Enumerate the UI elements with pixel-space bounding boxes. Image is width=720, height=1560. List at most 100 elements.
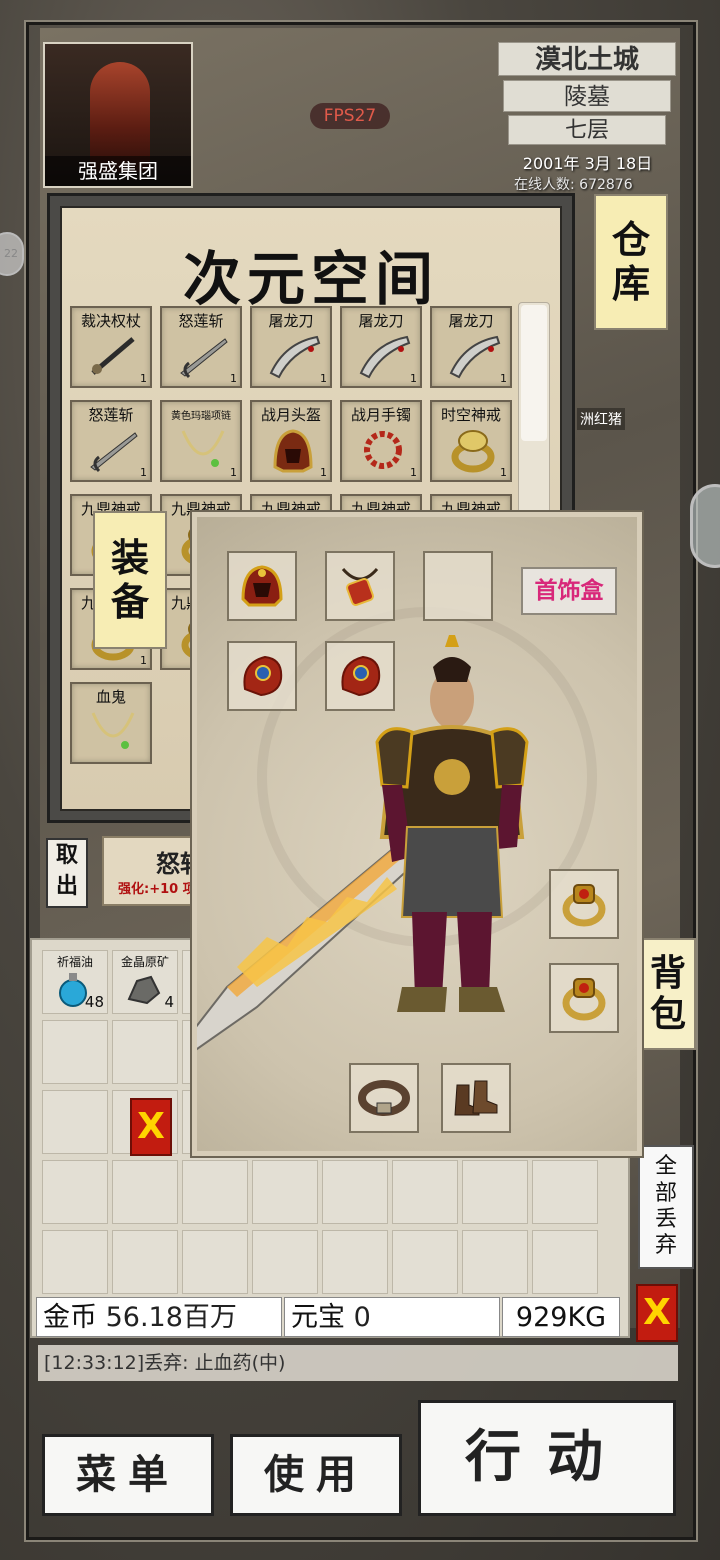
storage-slot[interactable]: 黄色玛瑙项链 1 [160,400,242,482]
bag-slot[interactable] [252,1230,318,1294]
storage-slot[interactable]: 怒莲斩 1 [160,306,242,388]
warehouse-char-1: 仓 [611,217,650,263]
bag-slot[interactable] [392,1230,458,1294]
floor-name: 七层 [508,115,666,145]
storage-slot[interactable]: 屠龙刀 1 [340,306,422,388]
drop-all-char-2: 部 [654,1180,677,1206]
storage-item-name: 血鬼 [95,688,126,706]
storage-item-count: 1 [140,466,147,479]
storage-item-count: 1 [410,466,417,479]
storage-item-name: 屠龙刀 [448,312,494,330]
right-ring-slot[interactable] [549,963,619,1033]
take-out-button[interactable]: 取 出 [46,838,88,908]
gold-display: 金币 56.18百万 [36,1297,282,1337]
storage-item-name: 裁决权杖 [80,312,141,330]
storage-slot[interactable]: 血鬼 [70,682,152,764]
storage-item-count: 1 [500,466,507,479]
area-name: 陵墓 [503,80,671,112]
bag-slot[interactable] [182,1230,248,1294]
belt-slot[interactable] [349,1063,419,1133]
bag-slot[interactable]: 金晶原矿 4 [112,950,178,1014]
bag-slot[interactable] [252,1160,318,1224]
bracelet-icon [354,426,412,474]
yuanbao-value: 0 [353,1302,371,1333]
close-bag-slot-button[interactable]: X [130,1098,172,1156]
bag-slot[interactable]: 祈福油 48 [42,950,108,1014]
storage-item-count: 1 [140,372,147,385]
storage-slot[interactable]: 战月手镯 1 [340,400,422,482]
drop-all-button[interactable]: 全 部 丢 弃 [638,1145,694,1269]
bag-slot[interactable] [532,1230,598,1294]
storage-item-name: 战月手镯 [350,406,411,424]
necklace-icon [174,426,232,474]
necklace-icon [84,708,142,756]
storage-slot[interactable]: 怒莲斩 1 [70,400,152,482]
staff-icon [84,332,142,380]
storage-scroll-thumb[interactable] [521,305,547,441]
bag-slot[interactable] [322,1160,388,1224]
storage-item-name: 屠龙刀 [358,312,404,330]
storage-item-name: 黄色玛瑙项链 [171,411,231,422]
close-bag-button[interactable]: X [636,1284,678,1342]
use-button[interactable]: 使用 [230,1434,402,1516]
message-log: [12:33:12]丢弃: 止血药(中) [38,1345,678,1381]
player-avatar[interactable]: 强盛集团 [43,42,193,188]
bag-slot[interactable] [42,1090,108,1154]
online-count: 在线人数: 672876 [514,177,633,193]
bag-slot[interactable] [112,1230,178,1294]
equipment-tab[interactable]: 装 备 [93,511,167,649]
blade-icon [444,332,502,380]
take-out-char-2: 出 [55,873,78,899]
bag-item-count: 48 [84,993,104,1011]
storage-item-name: 屠龙刀 [268,312,314,330]
bag-slot[interactable] [182,1160,248,1224]
bag-slot[interactable] [42,1020,108,1084]
storage-item-count: 1 [410,372,417,385]
storage-item-name: 战月头盔 [260,406,321,424]
bag-slot[interactable] [462,1160,528,1224]
belt-icon [358,1080,410,1116]
warehouse-tab[interactable]: 仓 库 [594,194,668,330]
bag-slot[interactable] [532,1160,598,1224]
bag-slot[interactable] [462,1230,528,1294]
blade-icon [354,332,412,380]
boots-slot[interactable] [441,1063,511,1133]
storage-slot[interactable]: 屠龙刀 1 [430,306,512,388]
left-edge-button[interactable]: 22 [0,232,24,276]
storage-slot[interactable]: 裁决权杖 1 [70,306,152,388]
drop-all-char-3: 丢 [654,1207,677,1232]
action-button[interactable]: 行动 [418,1400,676,1516]
storage-slot[interactable]: 战月头盔 1 [250,400,332,482]
map-name: 漠北土城 [498,42,676,76]
player-name: 强盛集团 [45,156,191,186]
storage-item-count: 1 [320,372,327,385]
bag-slot[interactable] [112,1160,178,1224]
bag-slot[interactable] [42,1230,108,1294]
bag-slot[interactable] [42,1160,108,1224]
storage-item-name: 时空神戒 [440,406,501,424]
character-model [197,635,529,1051]
gold-value: 56.18百万 [105,1302,237,1333]
bag-slot[interactable] [392,1160,458,1224]
bag-char-1: 背 [649,951,686,994]
left-ring-slot[interactable] [549,869,619,939]
gold-label: 金币 [43,1302,97,1333]
storage-item-count: 1 [230,466,237,479]
bag-tab[interactable]: 背 包 [640,938,696,1050]
storage-slot[interactable]: 屠龙刀 1 [250,306,332,388]
sword-icon [84,426,142,474]
equipment-char-1: 装 [110,535,149,581]
warehouse-char-2: 库 [611,261,650,306]
boots-icon [454,1080,498,1116]
storage-title: 次元空间 [182,245,439,313]
bag-slot[interactable] [112,1020,178,1084]
map-npc-tag[interactable]: 洲红猪 [577,408,625,430]
storage-item-name: 怒莲斩 [88,406,134,424]
ore-icon [123,969,163,1013]
right-edge-button[interactable] [690,484,720,568]
bag-slot[interactable] [322,1230,388,1294]
storage-slot[interactable]: 时空神戒 1 [430,400,512,482]
menu-button[interactable]: 菜单 [42,1434,214,1516]
bag-item-name: 金晶原矿 [120,955,169,969]
weight-display: 929KG [502,1297,620,1337]
